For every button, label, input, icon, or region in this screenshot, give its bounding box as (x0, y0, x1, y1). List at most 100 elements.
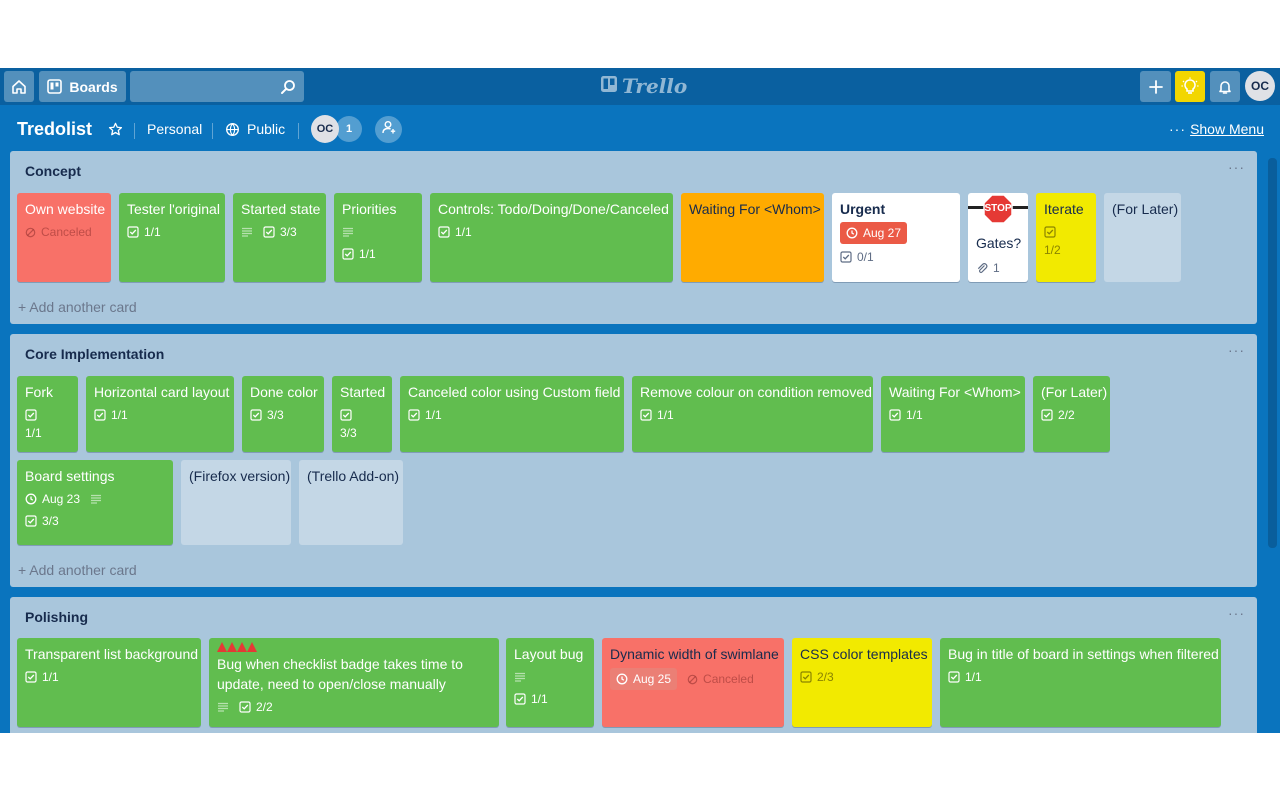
description-icon (241, 223, 253, 241)
card-title: Horizontal card layout (94, 384, 230, 400)
boards-button[interactable]: Boards (39, 71, 126, 102)
card-title: Urgent (840, 201, 886, 217)
home-icon (11, 79, 27, 95)
checklist-icon (250, 409, 262, 421)
card-bug-checklist-badge[interactable]: Bug when checklist badge takes time to u… (209, 638, 499, 727)
card-transparent-list-bg[interactable]: Transparent list background 1/1 (17, 638, 201, 727)
card-waiting-for[interactable]: Waiting For <Whom> (681, 193, 824, 282)
checklist-badge: 2/2 (239, 698, 273, 716)
checklist-icon (889, 409, 901, 421)
card-title: Controls: Todo/Doing/Done/Canceled (438, 201, 669, 217)
card-trello-addon[interactable]: (Trello Add-on) (299, 460, 403, 545)
header-divider (212, 123, 213, 139)
attachment-badge: 1 (976, 259, 1000, 277)
clock-icon (25, 493, 37, 505)
card-title: Waiting For <Whom> (889, 384, 1021, 400)
lane-menu-icon[interactable]: ··· (1228, 605, 1245, 621)
card-firefox-version[interactable]: (Firefox version) (181, 460, 291, 545)
card-title: (For Later) (1041, 384, 1108, 400)
checklist-icon (94, 409, 106, 421)
card-layout-bug[interactable]: Layout bug 1/1 (506, 638, 594, 727)
checklist-badge: 1/1 (889, 406, 923, 424)
canceled-icon (687, 674, 698, 685)
checklist-badge: 1/1 (514, 690, 548, 708)
checklist-icon (438, 226, 450, 238)
card-tester-original[interactable]: Tester l'original 1/1 (119, 193, 225, 282)
card-title: Transparent list background (25, 646, 199, 662)
description-icon (217, 698, 229, 716)
card-priorities[interactable]: Priorities 1/1 (334, 193, 422, 282)
plus-icon (1148, 79, 1164, 95)
add-card-button[interactable]: + Add another card (18, 299, 137, 315)
status-badge: Canceled (25, 223, 92, 241)
card-controls[interactable]: Controls: Todo/Doing/Done/Canceled 1/1 (430, 193, 673, 282)
card-horizontal-layout[interactable]: Horizontal card layout 1/1 (86, 376, 234, 452)
checklist-icon (25, 671, 37, 683)
add-card-button[interactable]: + Add another card (18, 562, 137, 578)
card-title: Bug when checklist badge takes time to u… (217, 656, 463, 692)
member-count-badge[interactable]: 1 (336, 116, 362, 142)
card-css-color-templates[interactable]: CSS color templates 2/3 (792, 638, 932, 727)
invite-button[interactable] (375, 116, 402, 143)
card-gates[interactable]: STOP Gates? 1 (968, 193, 1028, 282)
lane-menu-icon[interactable]: ··· (1228, 159, 1245, 175)
card-canceled-color[interactable]: Canceled color using Custom field 1/1 (400, 376, 624, 452)
tips-button[interactable] (1175, 71, 1205, 102)
lane-menu-icon[interactable]: ··· (1228, 342, 1245, 358)
menu-dots-icon[interactable]: ··· (1169, 121, 1186, 137)
description-icon (342, 223, 354, 241)
checklist-icon (239, 701, 251, 713)
card-for-later[interactable]: (For Later) 2/2 (1033, 376, 1110, 452)
card-bug-title-settings[interactable]: Bug in title of board in settings when f… (940, 638, 1221, 727)
checklist-badge: 1/1 (438, 223, 472, 241)
checklist-badge: 0/1 (840, 248, 874, 266)
user-avatar[interactable]: OC (1245, 71, 1275, 101)
card-board-settings[interactable]: Board settings Aug 23 3/3 (17, 460, 173, 545)
checklist-badge: 3/3 (250, 406, 284, 424)
checklist-icon (800, 671, 812, 683)
member-avatar[interactable]: OC (311, 115, 339, 143)
search-box[interactable] (130, 71, 304, 104)
card-waiting-for[interactable]: Waiting For <Whom> 1/1 (881, 376, 1025, 452)
card-done-color[interactable]: Done color 3/3 (242, 376, 324, 452)
paperclip-icon (976, 262, 988, 274)
clock-icon (846, 227, 858, 239)
checklist-icon (263, 226, 275, 238)
star-icon[interactable] (108, 122, 123, 142)
checklist-badge: 1/1 (948, 668, 982, 686)
checklist-badge: 1/1 (127, 223, 161, 241)
swimlane-core-implementation: Core Implementation ··· Fork 1/1 Horizon… (10, 334, 1257, 587)
search-icon[interactable] (280, 79, 296, 100)
team-button[interactable]: Personal (147, 121, 202, 137)
home-button[interactable] (4, 71, 34, 102)
card-urgent[interactable]: Urgent Aug 27 0/1 (832, 193, 960, 282)
due-date-badge: Aug 23 (25, 490, 80, 508)
lane-title[interactable]: Polishing (25, 609, 88, 625)
clock-icon (616, 673, 628, 685)
header-divider (134, 123, 135, 139)
card-fork[interactable]: Fork 1/1 (17, 376, 78, 452)
warning-tape-sticker (217, 642, 491, 652)
card-started[interactable]: Started 3/3 (332, 376, 392, 452)
board-title[interactable]: Tredolist (17, 119, 92, 140)
checklist-icon (1044, 223, 1056, 241)
checklist-badge: 1/1 (94, 406, 128, 424)
lane-title[interactable]: Core Implementation (25, 346, 164, 362)
due-date-badge: Aug 25 (610, 668, 678, 690)
card-dynamic-width[interactable]: Dynamic width of swimlane Aug 25 Cancele… (602, 638, 784, 727)
card-own-website[interactable]: Own website Canceled (17, 193, 111, 282)
card-started-state[interactable]: Started state 3/3 (233, 193, 326, 282)
vertical-scrollbar[interactable] (1268, 158, 1277, 548)
globe-icon (225, 122, 240, 142)
card-iterate[interactable]: Iterate 1/2 (1036, 193, 1096, 282)
card-for-later[interactable]: (For Later) (1104, 193, 1181, 282)
visibility-button[interactable]: Public (247, 121, 285, 137)
checklist-badge: 1/1 (25, 668, 59, 686)
trello-logo[interactable]: Trello (600, 74, 687, 98)
notifications-button[interactable] (1210, 71, 1240, 102)
search-input[interactable] (138, 71, 282, 104)
show-menu-button[interactable]: Show Menu (1190, 121, 1264, 137)
lane-title[interactable]: Concept (25, 163, 81, 179)
card-remove-colour[interactable]: Remove colour on condition removed 1/1 (632, 376, 873, 452)
create-button[interactable] (1140, 71, 1171, 102)
